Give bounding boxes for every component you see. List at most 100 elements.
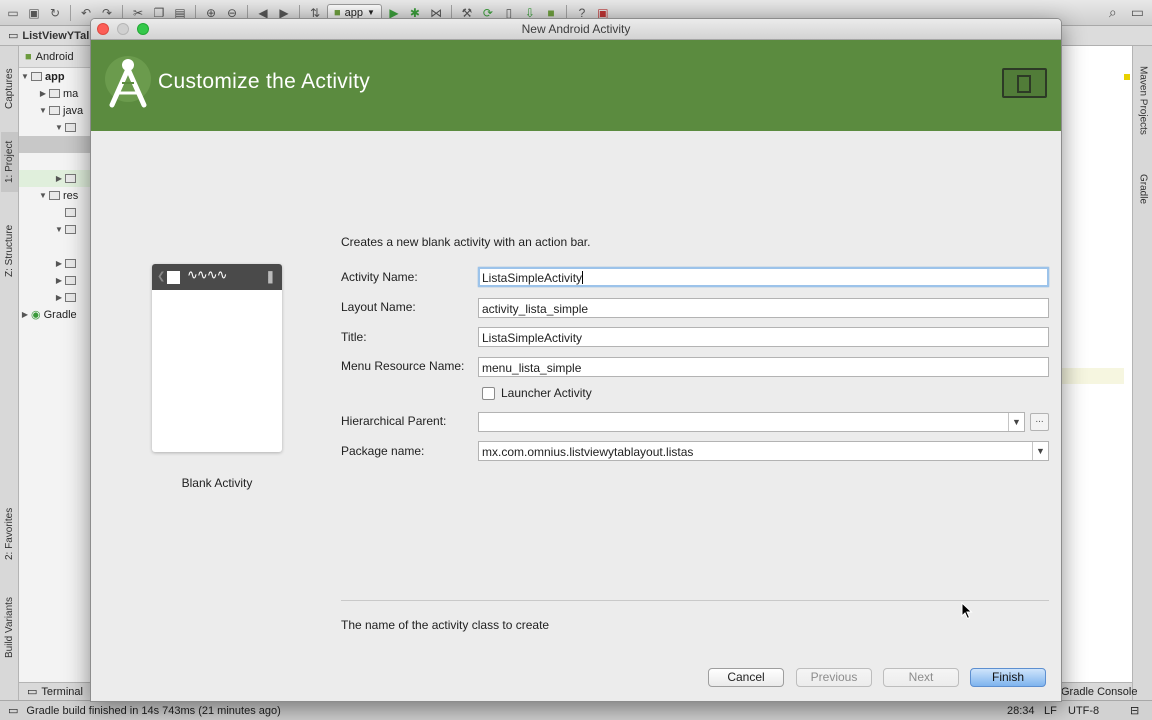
activity-name-value: ListaSimpleActivity [482,271,583,285]
chevron-down-icon: ▼ [367,8,375,17]
app-icon [167,271,180,284]
tree-item-res[interactable]: ▼ res [19,187,90,204]
editor-area[interactable] [1062,46,1132,682]
file-encoding[interactable]: UTF-8 [1068,705,1099,717]
zoom-window-button[interactable] [137,23,149,35]
previous-button[interactable]: Previous [796,668,872,687]
project-panel: ■ Android ▼ app ▶ ma ▼ java ▼ ▶ ▼ res ▼ … [19,46,91,682]
chevron-right-icon[interactable]: ▶ [53,259,65,268]
tree-item-package[interactable]: ▼ [19,119,90,136]
tool-tab-gradle[interactable]: Gradle [1135,164,1151,214]
chevron-down-icon[interactable]: ▼ [37,191,49,200]
project-view-header[interactable]: ■ Android [19,46,90,68]
template-preview: ❮ ∿∿∿∿ ■ ■ ■ [152,264,282,452]
title-input[interactable]: ListaSimpleActivity [478,327,1049,347]
status-toggle-icon[interactable]: ▭ [8,704,18,717]
tree-item-label: java [63,104,84,117]
run-config-label: app [344,6,364,19]
minimize-window-button[interactable] [117,23,129,35]
next-button[interactable]: Next [883,668,959,687]
menu-resource-input[interactable]: menu_lista_simple [478,357,1049,377]
left-tool-strip: Captures 1: Project Z: Structure 2: Favo… [0,46,19,700]
lock-icon[interactable]: ⊟ [1130,704,1139,717]
banner-title: Customize the Activity [158,70,371,93]
chevron-down-icon[interactable]: ▼ [1008,413,1024,431]
new-activity-dialog: New Android Activity Customize the Activ… [90,18,1062,702]
folder-icon [31,72,42,81]
tree-item-label: ma [63,87,79,100]
mouse-pointer-icon [961,602,973,620]
layout-name-input[interactable]: activity_lista_simple [478,298,1049,318]
finish-button[interactable]: Finish [970,668,1046,687]
tree-item-res-layout[interactable]: ▼ [19,221,90,238]
tool-tab-build-variants[interactable]: Build Variants [1,586,18,670]
launcher-activity-option[interactable]: Launcher Activity [482,386,592,400]
tree-item-empty [19,153,90,170]
toolbar-right: ⌕ ▭ [1109,4,1144,21]
tool-tab-maven[interactable]: Maven Projects [1135,52,1151,148]
folder-icon [65,276,76,285]
tool-tab-captures[interactable]: Captures [1,54,18,124]
dialog-title: New Android Activity [521,22,631,36]
tool-tab-favorites[interactable]: 2: Favorites [1,496,18,572]
field-hint: The name of the activity class to create [341,618,550,632]
launcher-activity-label: Launcher Activity [501,386,592,400]
tree-item-package-2[interactable]: ▶ [19,170,90,187]
android-icon: ■ [25,50,32,63]
save-icon[interactable]: ▣ [25,5,43,21]
template-caption: Blank Activity [181,476,253,490]
preview-action-bar: ❮ ∿∿∿∿ ■ ■ ■ [152,264,282,290]
cursor-position[interactable]: 28:34 [1007,705,1035,717]
tool-tab-structure[interactable]: Z: Structure [1,212,18,290]
chevron-right-icon[interactable]: ▶ [19,310,31,319]
package-name-value: mx.com.omnius.listviewytablayout.listas [482,445,694,459]
folder-icon [49,106,60,115]
android-studio-logo-icon [105,56,151,108]
back-caret-icon: ❮ [157,271,166,282]
tool-tab-project[interactable]: 1: Project [1,132,18,192]
chevron-down-icon[interactable]: ▼ [53,123,65,132]
terminal-tab[interactable]: Terminal [41,686,83,698]
chevron-down-icon[interactable]: ▼ [1032,442,1048,460]
chevron-down-icon[interactable]: ▼ [19,72,31,81]
tree-item-gradle[interactable]: ▶ ◉ Gradle [19,306,90,323]
sync-icon[interactable]: ↻ [46,5,64,21]
folder-icon [65,259,76,268]
dialog-titlebar[interactable]: New Android Activity [91,19,1061,40]
tree-item-res-menu[interactable]: ▶ [19,255,90,272]
chevron-right-icon[interactable]: ▶ [37,89,49,98]
tree-item-app[interactable]: ▼ app [19,68,90,85]
tree-item-res-child[interactable] [19,204,90,221]
package-name-select[interactable]: mx.com.omnius.listviewytablayout.listas … [478,441,1049,461]
browse-parent-button[interactable]: ... [1030,413,1049,431]
search-icon[interactable]: ⌕ [1109,4,1117,21]
chevron-down-icon[interactable]: ▼ [37,106,49,115]
folder-icon [65,208,76,217]
project-tab-label[interactable]: ListViewYTal [22,30,89,42]
tree-item-res-values[interactable]: ▶ [19,289,90,306]
gradle-console-tab[interactable]: Gradle Console [1061,686,1137,698]
line-separator[interactable]: LF [1044,705,1057,717]
folder-icon [49,89,60,98]
chevron-right-icon[interactable]: ▶ [53,174,65,183]
activity-name-input[interactable]: ListaSimpleActivity [478,267,1049,287]
chevron-right-icon[interactable]: ▶ [53,276,65,285]
activity-name-label: Activity Name: [341,270,418,284]
open-folder-icon[interactable]: ▭ [4,5,22,21]
cancel-button[interactable]: Cancel [708,668,784,687]
folder-icon [49,191,60,200]
dialog-banner: Customize the Activity [91,40,1061,131]
hierarchical-parent-select[interactable]: ▼ [478,412,1025,432]
tree-item-java[interactable]: ▼ java [19,102,90,119]
close-window-button[interactable] [97,23,109,35]
chevron-right-icon[interactable]: ▶ [53,293,65,302]
panel-toggle-icon[interactable]: ▭ [1131,4,1144,21]
tree-item-selected[interactable] [19,136,90,153]
launcher-activity-checkbox[interactable] [482,386,495,400]
chevron-down-icon[interactable]: ▼ [53,225,65,234]
folder-icon [65,123,76,132]
tree-item-manifests[interactable]: ▶ ma [19,85,90,102]
tree-item-res-mipmap[interactable]: ▶ [19,272,90,289]
warning-marker[interactable] [1124,74,1130,80]
folder-icon: ▭ [8,30,19,42]
